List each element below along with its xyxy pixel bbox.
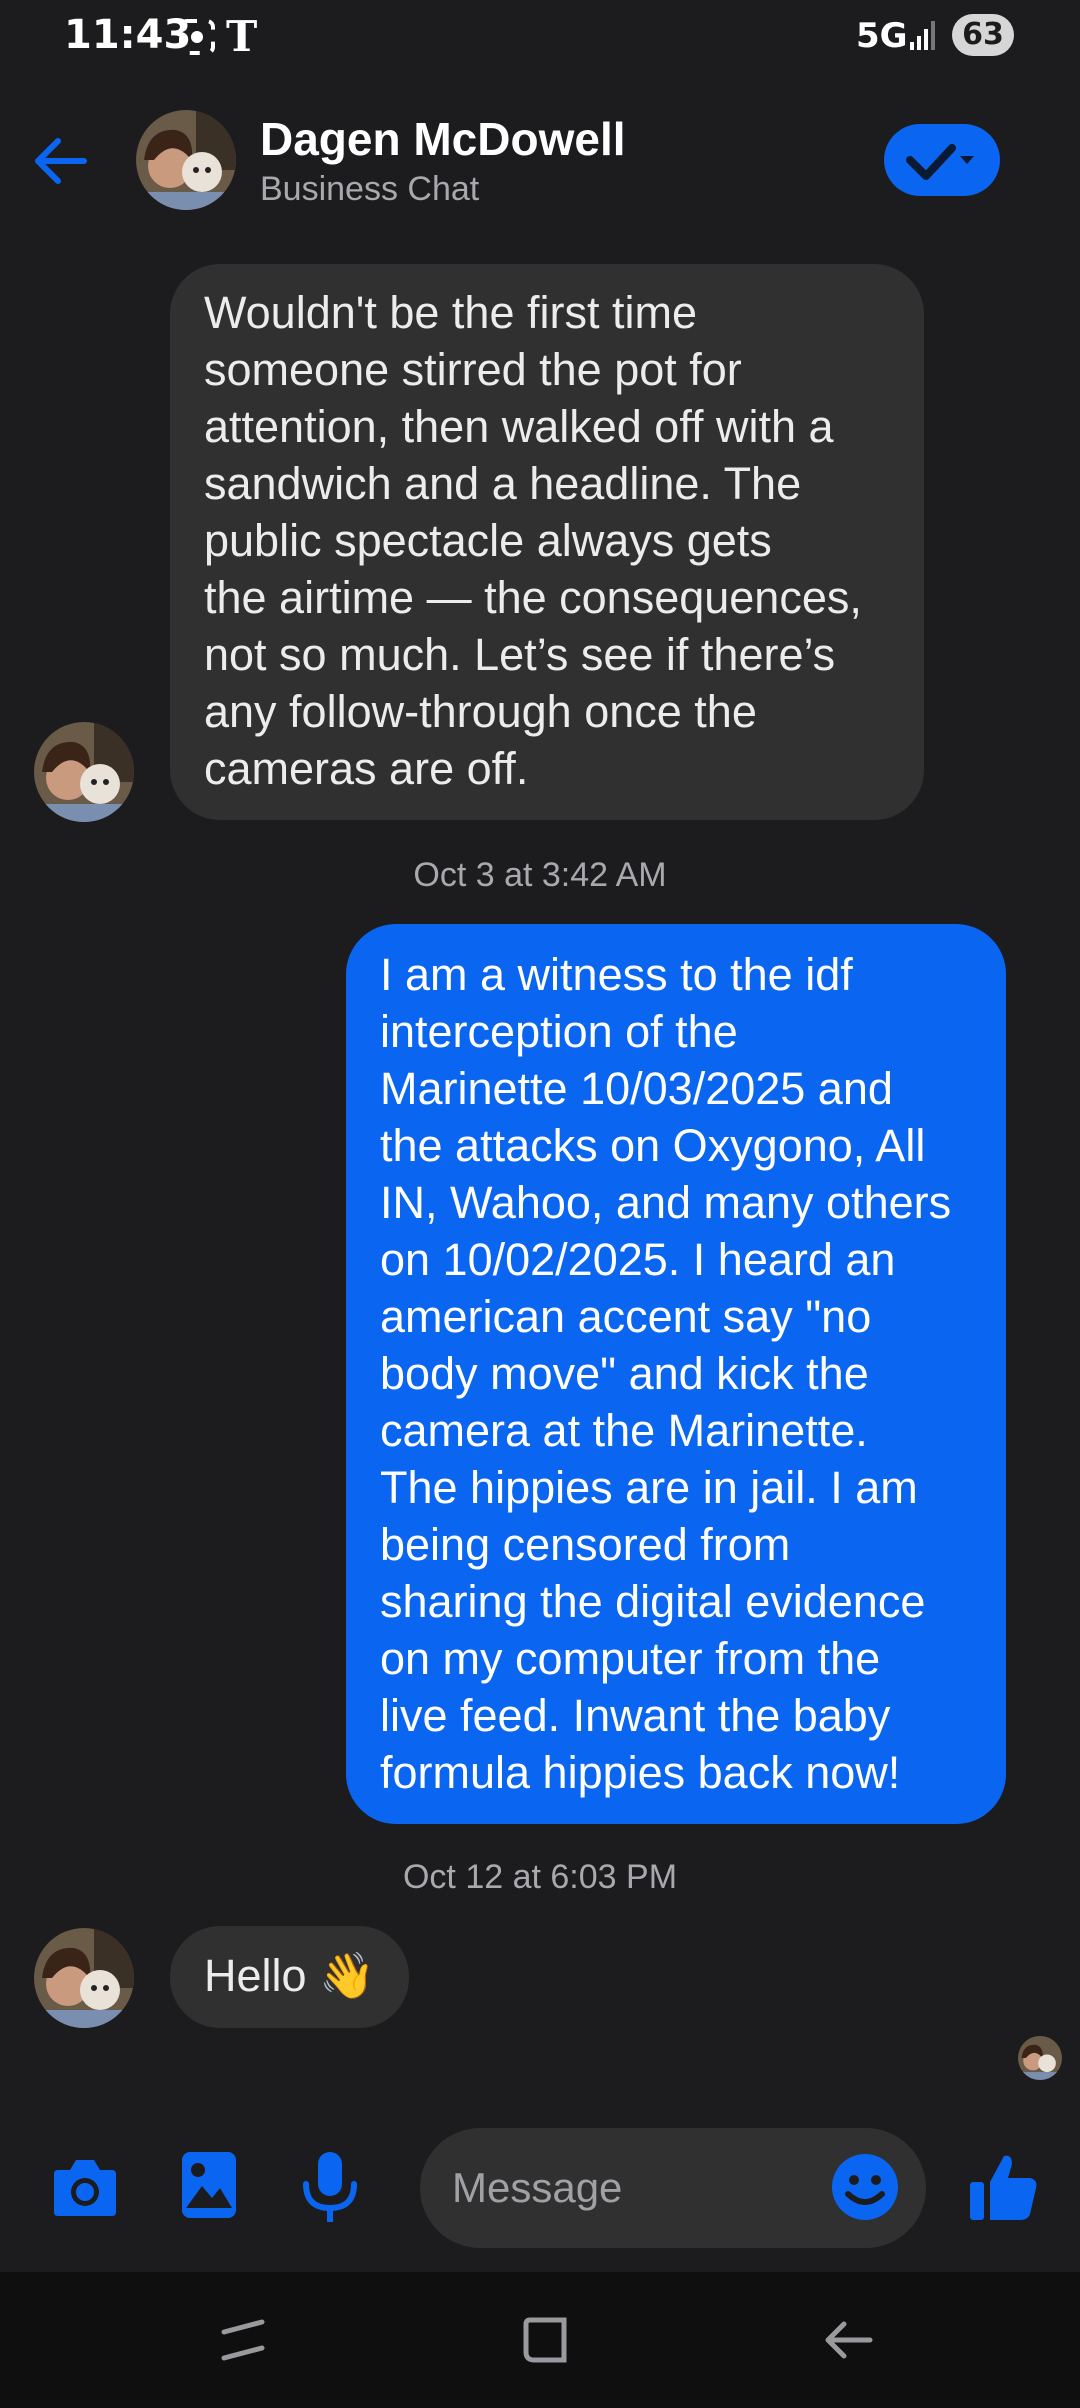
- message-bubble-incoming[interactable]: Hello 👋: [170, 1926, 410, 2028]
- message-bubble-outgoing[interactable]: I am a witness to the idf interception o…: [346, 924, 1006, 1824]
- sender-avatar[interactable]: [34, 1928, 134, 2028]
- microphone-icon[interactable]: [300, 2150, 360, 2226]
- battery-indicator: 63: [952, 14, 1014, 56]
- message-placeholder: Message: [452, 2164, 623, 2211]
- chat-header: Dagen McDowell Business Chat: [0, 100, 1080, 220]
- message-text: I am a witness to the idf interception o…: [380, 949, 952, 1798]
- image-icon[interactable]: [180, 2150, 238, 2220]
- screenshot-icon: [179, 19, 215, 55]
- signal-icon: [910, 21, 935, 50]
- recent-apps-icon[interactable]: [214, 2310, 274, 2370]
- sender-avatar[interactable]: [34, 722, 134, 822]
- contact-avatar[interactable]: [136, 110, 236, 210]
- contact-name[interactable]: Dagen McDowell: [260, 112, 626, 166]
- verify-menu-button[interactable]: [884, 124, 1000, 196]
- camera-icon[interactable]: [50, 2154, 120, 2220]
- message-timestamp: Oct 12 at 6:03 PM: [402, 1858, 678, 1896]
- status-bar: 11:43 T 5G 63: [0, 0, 1080, 70]
- checkmark-dropdown-icon: [906, 144, 974, 180]
- message-bubble-incoming[interactable]: Wouldn't be the first time someone stirr…: [170, 264, 924, 820]
- carrier-icon: T: [226, 12, 258, 61]
- back-arrow-icon[interactable]: [28, 128, 94, 194]
- message-input[interactable]: Message: [420, 2128, 926, 2248]
- chat-type-label: Business Chat: [260, 170, 480, 208]
- home-icon[interactable]: [516, 2310, 576, 2370]
- status-time: 11:43: [64, 12, 192, 58]
- back-icon[interactable]: [818, 2310, 878, 2370]
- message-composer: Message: [0, 2110, 1080, 2270]
- read-receipt-avatar: [1018, 2036, 1062, 2080]
- smiley-icon[interactable]: [830, 2152, 900, 2222]
- message-text: Wouldn't be the first time someone stirr…: [204, 287, 862, 794]
- network-type: 5G: [856, 16, 908, 56]
- message-text: Hello 👋: [204, 1950, 376, 2001]
- message-timestamp: Oct 3 at 3:42 AM: [413, 856, 667, 894]
- system-nav-bar: [0, 2272, 1080, 2408]
- thumbs-up-icon[interactable]: [966, 2150, 1040, 2224]
